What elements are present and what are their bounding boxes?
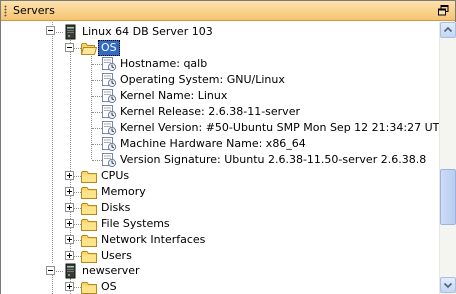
server-tree[interactable]: Linux 64 DB Server 103 OS Hostname: qalb… [1,22,439,294]
tree-node-folder[interactable]: Disks [1,200,439,216]
tree-node-label: Kernel Release: 2.6.38-11-server [120,105,300,118]
tree-node-label: newserver [82,264,140,277]
tree-node-folder[interactable]: CPUs [1,168,439,184]
tree-node-label: Linux 64 DB Server 103 [82,25,213,38]
expand-toggle[interactable] [65,187,74,196]
tree-leaf-property[interactable]: Kernel Version: #50-Ubuntu SMP Mon Sep 1… [1,120,439,136]
server-icon [65,24,76,40]
tree-node-label: Version Signature: Ubuntu 2.6.38-11.50-s… [120,153,427,166]
folder-icon [81,235,97,247]
tree-node-folder[interactable]: File Systems [1,216,439,232]
tree-node-os[interactable]: OS [1,279,439,294]
property-icon [102,73,117,88]
expand-toggle[interactable] [65,235,74,244]
folder-icon [81,187,97,199]
property-icon [102,121,117,136]
tree-node-label: Disks [101,201,131,214]
collapse-toggle[interactable] [46,26,55,35]
tree-node-label: CPUs [101,169,130,182]
scroll-down-button[interactable] [440,277,456,293]
expand-toggle[interactable] [65,219,74,228]
tree-leaf-property[interactable]: Machine Hardware Name: x86_64 [1,136,439,152]
scroll-up-button[interactable] [440,22,456,38]
chevron-down-icon [443,282,453,289]
tree-leaf-property[interactable]: Kernel Release: 2.6.38-11-server [1,104,439,120]
collapse-toggle[interactable] [65,43,74,52]
tree-node-label: Machine Hardware Name: x86_64 [120,137,306,150]
tree-leaf-property[interactable]: Operating System: GNU/Linux [1,72,439,88]
tree-node-label: Hostname: qalb [120,57,208,70]
tree-node-server[interactable]: newserver [1,263,439,279]
tree-leaf-property[interactable]: Hostname: qalb [1,56,439,72]
folder-icon [81,282,97,294]
drag-grip-icon[interactable] [4,5,7,17]
restore-window-icon[interactable] [438,5,449,16]
tree-node-label: Operating System: GNU/Linux [120,73,285,86]
panel-title: Servers [13,4,55,17]
tree-node-folder[interactable]: Network Interfaces [1,232,439,248]
collapse-toggle[interactable] [46,266,55,275]
panel-titlebar[interactable]: Servers [1,1,455,21]
tree-node-folder[interactable]: Users [1,248,439,264]
folder-open-icon [81,43,97,55]
expand-toggle[interactable] [65,282,74,291]
expand-toggle[interactable] [65,171,74,180]
tree-node-label: Users [101,249,132,262]
scroll-thumb[interactable] [440,169,456,226]
tree-leaf-property[interactable]: Kernel Name: Linux [1,88,439,104]
tree-node-label: Memory [101,185,146,198]
tree-node-server[interactable]: Linux 64 DB Server 103 [1,24,439,40]
property-icon [102,57,117,72]
property-icon [102,153,117,168]
tree-node-os[interactable]: OS [1,40,439,56]
tree-node-label: OS [98,40,120,56]
expand-toggle[interactable] [65,251,74,260]
property-icon [102,105,117,120]
expand-toggle[interactable] [65,203,74,212]
folder-icon [81,203,97,215]
property-icon [102,89,117,104]
folder-icon [81,251,97,263]
tree-node-label: Kernel Version: #50-Ubuntu SMP Mon Sep 1… [120,121,439,134]
vertical-scrollbar[interactable] [439,22,456,294]
servers-panel: Servers Linux 64 DB Server 103 OS Hostna… [0,0,456,294]
tree-node-label: OS [101,280,117,293]
tree-leaf-property[interactable]: Version Signature: Ubuntu 2.6.38-11.50-s… [1,152,439,168]
tree-node-label: File Systems [101,217,170,230]
tree-node-label: Network Interfaces [101,233,206,246]
server-icon [65,263,76,279]
folder-icon [81,171,97,183]
property-icon [102,137,117,152]
tree-node-label: Kernel Name: Linux [120,89,228,102]
chevron-up-icon [443,26,453,33]
folder-icon [81,219,97,231]
tree-node-folder[interactable]: Memory [1,184,439,200]
